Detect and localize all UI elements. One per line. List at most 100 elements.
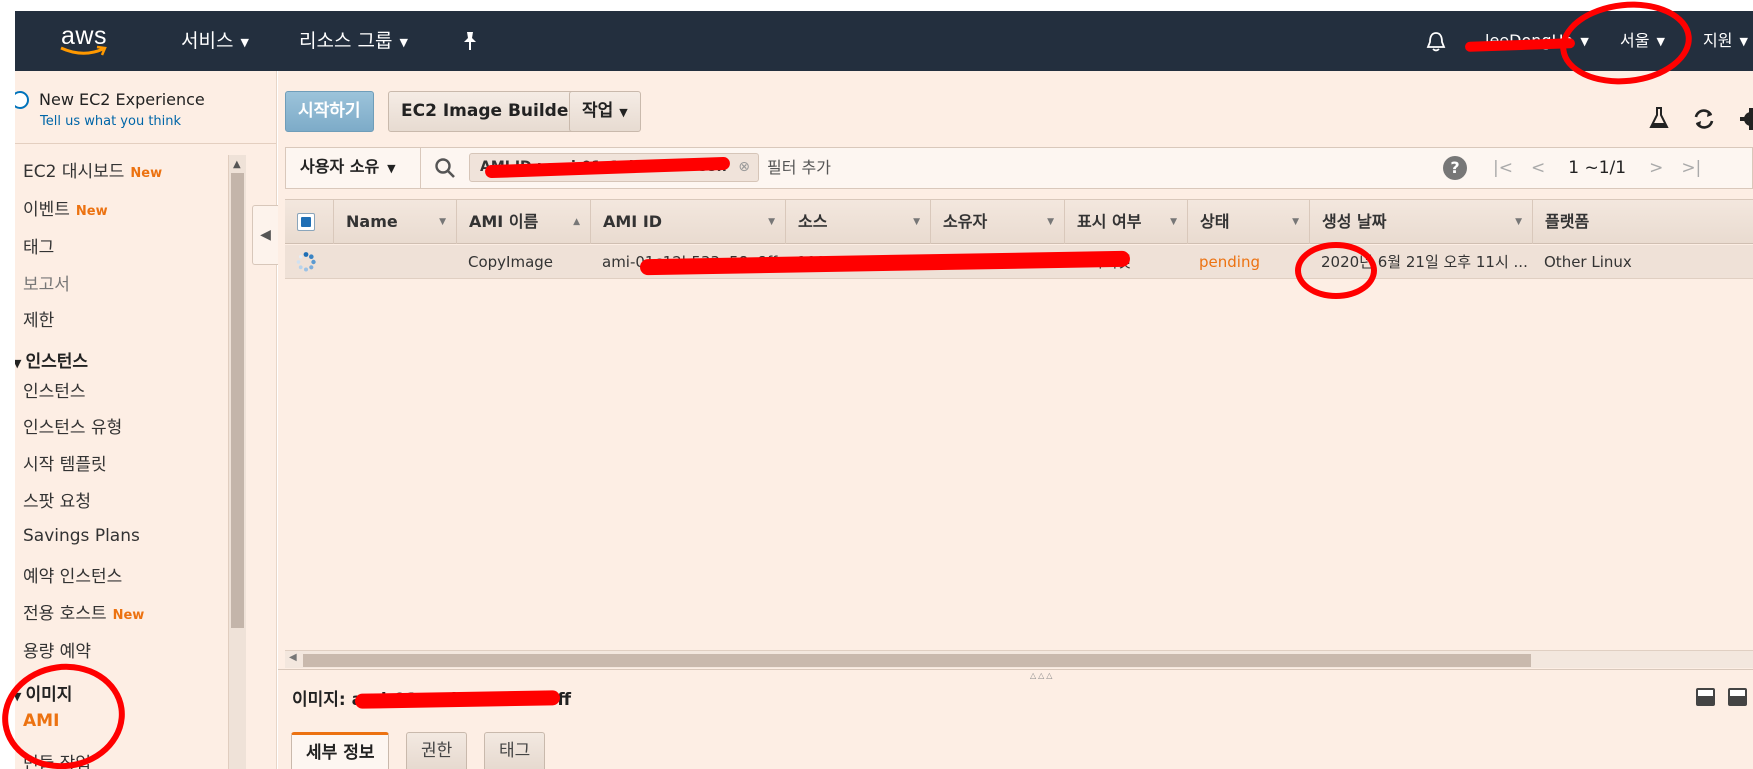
gear-icon[interactable]	[1739, 107, 1753, 131]
scrollbar-thumb[interactable]	[303, 654, 1531, 667]
collapse-sidebar-button[interactable]: ◀	[252, 205, 278, 265]
column-header-status[interactable]: 상태 ▼	[1187, 200, 1309, 244]
aws-logo[interactable]: aws	[57, 22, 111, 59]
image-builder-button[interactable]: EC2 Image Builder	[388, 91, 590, 132]
launch-button[interactable]: 시작하기	[285, 91, 374, 132]
nav-resource-groups-menu[interactable]: 리소스 그룹 ▼	[299, 11, 408, 71]
cell-status: pending	[1199, 253, 1260, 271]
new-badge: New	[130, 166, 163, 181]
new-experience-toggle[interactable]: New EC2 Experience Tell us what you thin…	[15, 87, 276, 143]
next-page-icon[interactable]: >	[1649, 158, 1663, 178]
tab-tags[interactable]: 태그	[484, 732, 546, 769]
highlight-circle-status	[1295, 242, 1377, 299]
select-all-cell	[285, 200, 333, 244]
sidebar-item-label: 전용 호스트	[23, 604, 107, 624]
sidebar-item-reserved-instances[interactable]: 예약 인스턴스	[23, 562, 122, 587]
sidebar-item-label: EC2 대시보드	[23, 162, 125, 182]
column-header-platform[interactable]: 플랫폼	[1532, 200, 1753, 244]
sort-ascending-icon: ▲	[573, 217, 580, 227]
column-header-label: 표시 여부	[1077, 212, 1142, 231]
new-badge: New	[75, 204, 108, 219]
sidebar-item-capacity-reservations[interactable]: 용량 예약	[23, 637, 91, 662]
cell-name	[333, 245, 456, 279]
nav-resource-groups-label: 리소스 그룹	[299, 30, 393, 52]
sidebar-scrollbar[interactable]: ▲	[228, 155, 246, 769]
column-header-label: 소스	[798, 212, 828, 231]
first-page-icon[interactable]: |<	[1493, 158, 1513, 178]
sidebar-item-tags[interactable]: 태그	[23, 233, 54, 258]
remove-filter-icon[interactable]: ⊗	[738, 154, 750, 181]
sidebar-item-launch-templates[interactable]: 시작 템플릿	[23, 450, 107, 475]
new-badge: New	[112, 608, 145, 623]
feedback-link[interactable]: Tell us what you think	[40, 114, 181, 129]
add-filter-input[interactable]: 필터 추가	[767, 148, 831, 188]
scroll-left-arrow-icon[interactable]: ◀	[289, 652, 297, 663]
actions-label: 작업	[582, 101, 614, 121]
flask-icon[interactable]	[1647, 107, 1671, 131]
table-horizontal-scrollbar[interactable]: ◀	[285, 650, 1753, 668]
sidebar-item-savings-plans[interactable]: Savings Plans	[23, 526, 140, 546]
cell-ami-name: CopyImage	[468, 253, 554, 271]
column-header-visibility[interactable]: 표시 여부 ▼	[1064, 200, 1187, 244]
caret-down-icon: ▼	[15, 357, 21, 370]
sidebar-section-instances[interactable]: ▼ 인스턴스	[15, 347, 88, 372]
new-experience-title: New EC2 Experience	[39, 90, 205, 109]
sidebar-item-spot-requests[interactable]: 스팟 요청	[23, 487, 91, 512]
tab-permissions[interactable]: 권한	[406, 732, 468, 769]
column-header-label: Name	[346, 212, 398, 231]
bell-icon[interactable]	[1425, 31, 1447, 53]
sidebar-item-limits[interactable]: 제한	[23, 306, 54, 331]
new-experience-radio[interactable]	[15, 91, 29, 109]
sidebar-section-label: 인스턴스	[25, 352, 89, 372]
sidebar-item-dedicated-hosts[interactable]: 전용 호스트 New	[23, 599, 144, 624]
detail-panel: △△△ 이미지: ami-01c12b533a58e8ff 세부 정보 권한 태…	[278, 669, 1753, 769]
search-icon	[435, 158, 455, 178]
help-icon[interactable]: ?	[1443, 156, 1467, 180]
scrollbar-thumb[interactable]	[231, 173, 244, 628]
chevron-down-icon: ▼	[619, 106, 628, 119]
last-page-icon[interactable]: >|	[1681, 158, 1701, 178]
select-all-checkbox[interactable]	[297, 213, 315, 231]
column-header-label: 소유자	[943, 212, 988, 231]
chevron-down-icon: ▼	[240, 36, 249, 49]
sort-icon: ▼	[439, 217, 446, 227]
panel-layout-bottom-icon[interactable]	[1696, 688, 1715, 706]
scroll-up-arrow-icon[interactable]: ▲	[233, 159, 241, 170]
actions-button[interactable]: 작업 ▼	[569, 91, 641, 132]
top-strip	[0, 0, 1753, 11]
chevron-down-icon: ▼	[1739, 35, 1748, 48]
divider	[15, 143, 276, 144]
column-header-owner[interactable]: 소유자 ▼	[930, 200, 1064, 244]
sort-icon: ▼	[1170, 217, 1177, 227]
nav-support-menu[interactable]: 지원 ▼	[1703, 11, 1748, 71]
column-header-ami-id[interactable]: AMI ID ▼	[590, 200, 785, 244]
sort-icon: ▼	[768, 217, 775, 227]
page-range: 1 ~1/1	[1568, 158, 1627, 178]
column-header-ami-name[interactable]: AMI 이름 ▲	[456, 200, 590, 244]
column-header-name[interactable]: Name ▼	[333, 200, 456, 244]
chevron-down-icon: ▼	[387, 162, 396, 175]
pin-icon[interactable]	[461, 11, 479, 71]
nav-services-label: 서비스	[181, 30, 234, 52]
nav-services-menu[interactable]: 서비스 ▼	[181, 11, 249, 71]
sidebar-item-dashboard[interactable]: EC2 대시보드 New	[23, 157, 162, 182]
aws-smile-icon	[60, 45, 107, 56]
sidebar-item-events[interactable]: 이벤트 New	[23, 195, 108, 220]
sidebar-item-instance-types[interactable]: 인스턴스 유형	[23, 413, 122, 438]
chevron-left-icon: ◀	[260, 227, 271, 243]
resize-grip-icon[interactable]: △△△	[1030, 671, 1054, 680]
column-header-created[interactable]: 생성 날짜 ▼	[1309, 200, 1532, 244]
table-header: Name ▼ AMI 이름 ▲ AMI ID ▼ 소스 ▼ 소유자 ▼ 표시 여부 ▼ 상태…	[285, 199, 1753, 244]
tab-details[interactable]: 세부 정보	[291, 732, 390, 769]
owner-filter-select[interactable]: 사용자 소유 ▼	[286, 148, 421, 188]
owner-filter-label: 사용자 소유	[300, 157, 380, 176]
column-header-label: 생성 날짜	[1322, 212, 1387, 231]
panel-layout-maximize-icon[interactable]	[1728, 688, 1747, 706]
column-header-source[interactable]: 소스 ▼	[785, 200, 930, 244]
sort-icon: ▼	[1515, 217, 1522, 227]
sidebar-item-reports[interactable]: 보고서	[23, 270, 70, 295]
refresh-icon[interactable]	[1692, 107, 1716, 131]
sidebar-item-instances[interactable]: 인스턴스	[23, 377, 86, 402]
chevron-down-icon: ▼	[399, 36, 408, 49]
prev-page-icon[interactable]: <	[1531, 158, 1545, 178]
